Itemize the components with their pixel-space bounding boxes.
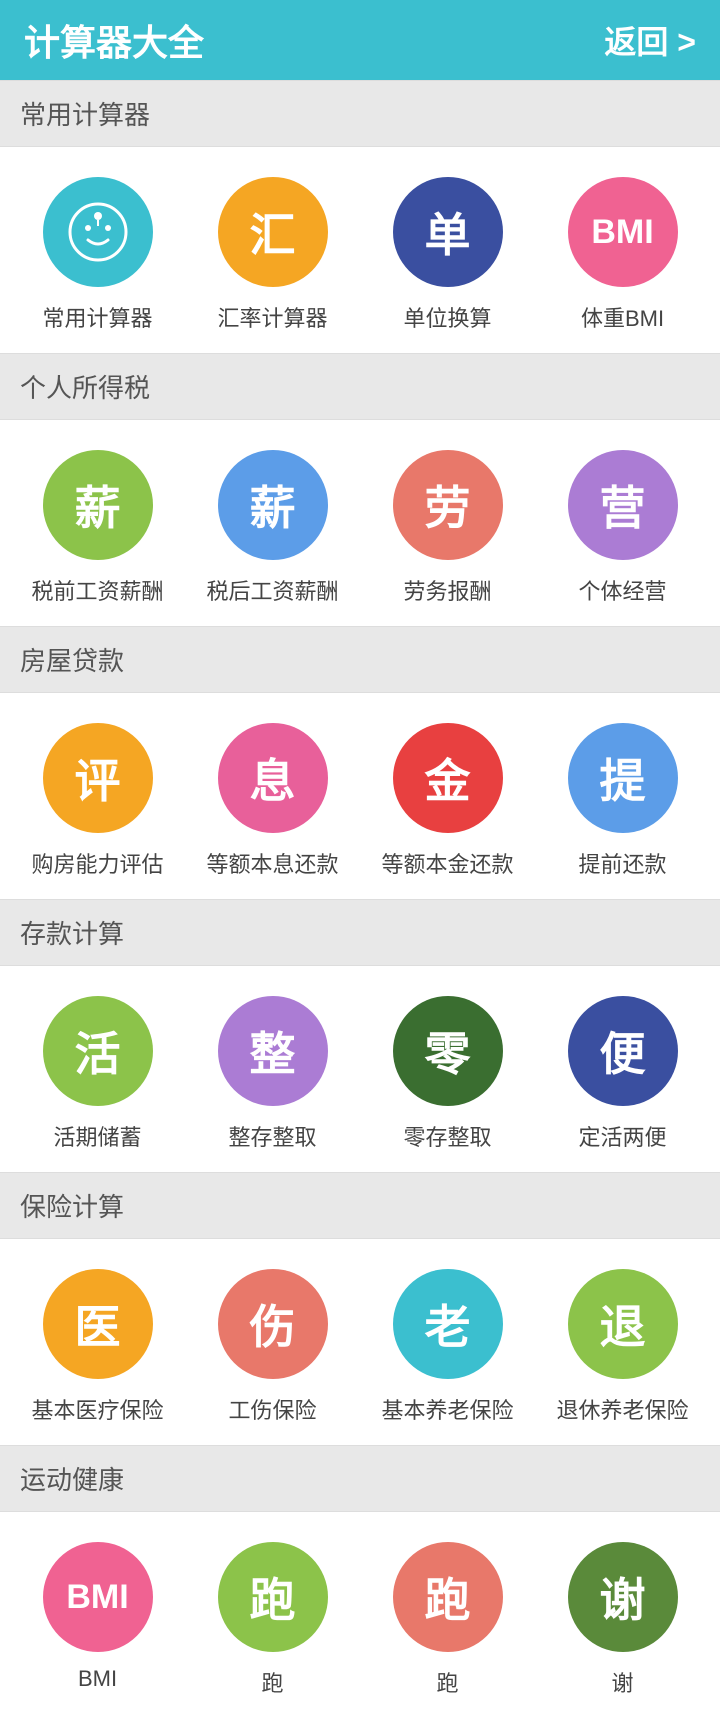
grid-item-work-injury[interactable]: 伤工伤保险 [185, 1269, 360, 1425]
icon-label-pre-tax: 税前工资薪酬 [31, 574, 163, 606]
grid-item-post-tax[interactable]: 薪税后工资薪酬 [185, 450, 360, 606]
grid-item-exchange-rate[interactable]: 汇汇率计算器 [185, 177, 360, 333]
grid-item-flex-fixed[interactable]: 便定活两便 [535, 996, 710, 1152]
section-header-insurance: 保险计算 [0, 1172, 720, 1239]
icon-exchange-rate: 汇 [218, 177, 328, 287]
icon-label-retirement: 退休养老保险 [556, 1393, 688, 1425]
grid-item-labor[interactable]: 劳劳务报酬 [360, 450, 535, 606]
icon-bmi: BMI [568, 177, 678, 287]
section-header-personal-tax: 个人所得税 [0, 353, 720, 420]
icon-label-flex-fixed: 定活两便 [578, 1120, 666, 1152]
icon-pension-basic: 老 [393, 1269, 503, 1379]
icon-common-calc [43, 177, 153, 287]
section-header-savings: 存款计算 [0, 899, 720, 966]
section-header-mortgage: 房屋贷款 [0, 626, 720, 693]
icon-unit-convert: 单 [393, 177, 503, 287]
grid-item-thanks[interactable]: 谢谢 [535, 1542, 710, 1698]
icon-run2: 跑 [393, 1542, 503, 1652]
icon-label-afford: 购房能力评估 [31, 847, 163, 879]
icon-labor: 劳 [393, 450, 503, 560]
grid-item-early-repay[interactable]: 提提前还款 [535, 723, 710, 879]
grid-item-incremental[interactable]: 零零存整取 [360, 996, 535, 1152]
icon-incremental: 零 [393, 996, 503, 1106]
grid-item-run1[interactable]: 跑跑 [185, 1542, 360, 1698]
icon-label-pension-basic: 基本养老保险 [381, 1393, 513, 1425]
grid-item-demand[interactable]: 活活期储蓄 [10, 996, 185, 1152]
icon-label-exchange-rate: 汇率计算器 [217, 301, 327, 333]
icon-label-common-calc: 常用计算器 [42, 301, 152, 333]
icon-label-self-employ: 个体经营 [578, 574, 666, 606]
grid-item-afford[interactable]: 评购房能力评估 [10, 723, 185, 879]
icon-medical: 医 [43, 1269, 153, 1379]
icon-pre-tax: 薪 [43, 450, 153, 560]
icon-label-labor: 劳务报酬 [403, 574, 491, 606]
icon-label-post-tax: 税后工资薪酬 [206, 574, 338, 606]
icon-early-repay: 提 [568, 723, 678, 833]
grid-item-pension-basic[interactable]: 老基本养老保险 [360, 1269, 535, 1425]
icon-self-employ: 营 [568, 450, 678, 560]
icon-work-injury: 伤 [218, 1269, 328, 1379]
icon-label-lump-sum: 整存整取 [228, 1120, 316, 1152]
icon-equal-principal: 金 [393, 723, 503, 833]
grid-item-equal-principal[interactable]: 金等额本金还款 [360, 723, 535, 879]
grid-item-unit-convert[interactable]: 单单位换算 [360, 177, 535, 333]
app-title: 计算器大全 [24, 14, 204, 66]
icon-run1: 跑 [218, 1542, 328, 1652]
grid-item-medical[interactable]: 医基本医疗保险 [10, 1269, 185, 1425]
icon-bmi2: BMI [43, 1542, 153, 1652]
icon-post-tax: 薪 [218, 450, 328, 560]
icon-afford: 评 [43, 723, 153, 833]
grid-row-health: BMIBMI跑跑跑跑谢谢 [0, 1512, 720, 1718]
grid-row-savings: 活活期储蓄整整存整取零零存整取便定活两便 [0, 966, 720, 1172]
grid-item-common-calc[interactable]: 常用计算器 [10, 177, 185, 333]
grid-row-common: 常用计算器汇汇率计算器单单位换算BMI体重BMI [0, 147, 720, 353]
grid-item-bmi2[interactable]: BMI BMI [10, 1542, 185, 1698]
icon-retirement: 退 [568, 1269, 678, 1379]
icon-label-incremental: 零存整取 [403, 1120, 491, 1152]
icon-label-work-injury: 工伤保险 [228, 1393, 316, 1425]
icon-demand: 活 [43, 996, 153, 1106]
grid-item-run2[interactable]: 跑跑 [360, 1542, 535, 1698]
grid-item-self-employ[interactable]: 营个体经营 [535, 450, 710, 606]
grid-item-bmi[interactable]: BMI 体重BMI [535, 177, 710, 333]
grid-item-lump-sum[interactable]: 整整存整取 [185, 996, 360, 1152]
grid-row-insurance: 医基本医疗保险伤工伤保险老基本养老保险退退休养老保险 [0, 1239, 720, 1445]
icon-label-unit-convert: 单位换算 [403, 301, 491, 333]
icon-label-run2: 跑 [436, 1666, 458, 1698]
icon-label-equal-payment: 等额本息还款 [206, 847, 338, 879]
grid-item-retirement[interactable]: 退退休养老保险 [535, 1269, 710, 1425]
grid-item-equal-payment[interactable]: 息等额本息还款 [185, 723, 360, 879]
grid-row-personal-tax: 薪税前工资薪酬薪税后工资薪酬劳劳务报酬营个体经营 [0, 420, 720, 626]
icon-equal-payment: 息 [218, 723, 328, 833]
icon-label-demand: 活期储蓄 [53, 1120, 141, 1152]
back-button[interactable]: 返回 > [604, 17, 696, 63]
header: 计算器大全 返回 > [0, 0, 720, 80]
icon-label-bmi2: BMI [78, 1666, 117, 1692]
icon-label-bmi: 体重BMI [581, 301, 664, 333]
section-header-common: 常用计算器 [0, 80, 720, 147]
icon-label-medical: 基本医疗保险 [31, 1393, 163, 1425]
icon-label-thanks: 谢 [611, 1666, 633, 1698]
icon-flex-fixed: 便 [568, 996, 678, 1106]
icon-label-early-repay: 提前还款 [578, 847, 666, 879]
icon-label-equal-principal: 等额本金还款 [381, 847, 513, 879]
icon-label-run1: 跑 [261, 1666, 283, 1698]
grid-row-mortgage: 评购房能力评估息等额本息还款金等额本金还款提提前还款 [0, 693, 720, 899]
section-header-health: 运动健康 [0, 1445, 720, 1512]
icon-thanks: 谢 [568, 1542, 678, 1652]
grid-item-pre-tax[interactable]: 薪税前工资薪酬 [10, 450, 185, 606]
icon-lump-sum: 整 [218, 996, 328, 1106]
